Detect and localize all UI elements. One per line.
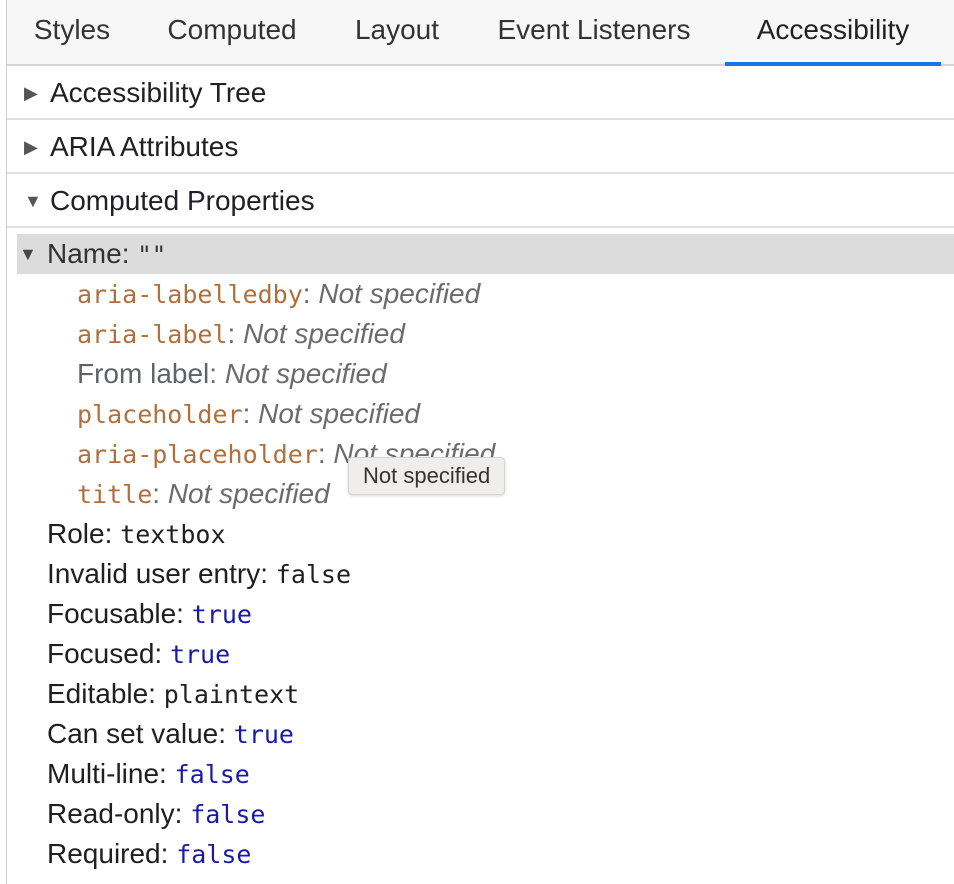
devtools-sidebar-panel: Styles Computed Layout Event Listeners A… <box>6 0 954 884</box>
property-value: false <box>176 840 252 869</box>
property-label: Editable: <box>47 678 156 709</box>
property-row-role: Role: textbox <box>7 514 954 554</box>
property-value: textbox <box>120 520 226 549</box>
triangle-right-icon: ▶ <box>24 137 38 157</box>
triangle-down-icon: ▼ <box>24 191 42 211</box>
tab-computed[interactable]: Computed <box>147 0 317 64</box>
property-row-focused: Focused: true <box>7 634 954 674</box>
property-value: plaintext <box>163 680 300 709</box>
source-label: From label <box>77 358 210 389</box>
property-label: Role: <box>47 518 113 549</box>
property-label: Invalid user entry: <box>47 558 268 589</box>
property-label: Focused: <box>47 638 163 669</box>
property-value: true <box>169 640 231 669</box>
property-label: Multi-line: <box>47 758 167 789</box>
section-label: Accessibility Tree <box>50 77 267 108</box>
property-row-can-set-value: Can set value: true <box>7 714 954 754</box>
triangle-right-icon: ▶ <box>24 83 38 103</box>
tooltip: Not specified <box>348 457 506 495</box>
source-value: Not specified <box>243 318 405 349</box>
property-row-required: Required: false <box>7 834 954 874</box>
section-label: ARIA Attributes <box>50 131 239 162</box>
tab-styles[interactable]: Styles <box>7 0 137 64</box>
name-source-row: aria-labelledby: Not specified <box>77 278 481 309</box>
property-label: Focusable: <box>47 598 184 629</box>
name-property-row[interactable]: ▼ Name: "" <box>17 234 954 274</box>
source-attr-name: aria-placeholder <box>77 440 318 469</box>
property-label: Required: <box>47 838 169 869</box>
section-accessibility-tree[interactable]: ▶ Accessibility Tree <box>7 66 954 120</box>
source-value: Not specified <box>318 278 481 309</box>
source-value: Not specified <box>258 398 421 429</box>
property-row-invalid: Invalid user entry: false <box>7 554 954 594</box>
source-attr-name: aria-label <box>77 320 228 349</box>
property-value: true <box>233 720 294 749</box>
property-value: false <box>275 560 352 589</box>
name-value: "" <box>137 241 167 269</box>
property-row-editable: Editable: plaintext <box>7 674 954 714</box>
name-label: Name: <box>47 238 130 269</box>
name-source-row: aria-label: Not specified <box>77 318 405 349</box>
source-value: Not specified <box>224 358 387 389</box>
name-source-row: placeholder: Not specified <box>77 398 421 429</box>
section-computed-properties[interactable]: ▼ Computed Properties <box>7 174 954 228</box>
property-label: Read-only: <box>47 798 183 829</box>
property-value: true <box>191 600 252 629</box>
tab-bar: Styles Computed Layout Event Listeners A… <box>7 0 954 66</box>
tab-accessibility[interactable]: Accessibility <box>725 0 941 66</box>
section-label: Computed Properties <box>50 185 315 216</box>
property-label: Can set value: <box>47 718 226 749</box>
source-value: Not specified <box>167 478 330 509</box>
triangle-down-icon[interactable]: ▼ <box>19 234 37 274</box>
property-row-read-only: Read-only: false <box>7 794 954 834</box>
section-aria-attributes[interactable]: ▶ ARIA Attributes <box>7 120 954 174</box>
computed-properties-list: ▼ Name: "" aria-labelledby: Not specifie… <box>7 234 954 874</box>
source-attr-name: title <box>77 480 153 509</box>
property-rows: Role: textbox Invalid user entry: false … <box>7 514 954 874</box>
property-value: false <box>174 760 250 789</box>
tab-layout[interactable]: Layout <box>337 0 457 64</box>
property-row-focusable: Focusable: true <box>7 594 954 634</box>
source-attr-name: aria-labelledby <box>77 280 303 309</box>
tab-event-listeners[interactable]: Event Listeners <box>479 0 709 64</box>
source-attr-name: placeholder <box>77 400 243 429</box>
property-row-multi-line: Multi-line: false <box>7 754 954 794</box>
property-value: false <box>190 800 266 829</box>
name-source-row: From label: Not specified <box>77 358 387 389</box>
